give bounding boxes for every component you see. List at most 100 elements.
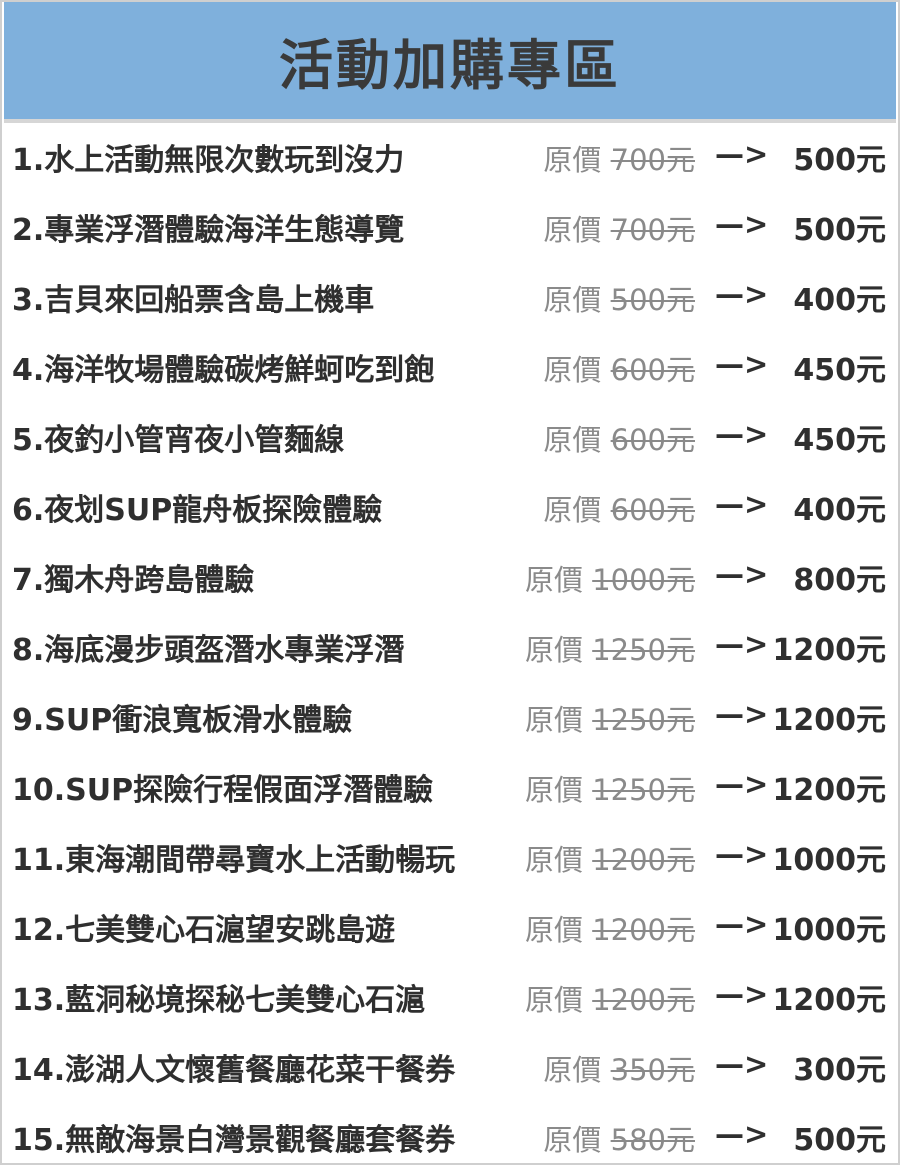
original-price: 原價 1200元 xyxy=(525,837,695,879)
original-price: 原價 1250元 xyxy=(525,697,695,739)
original-price: 原價 600元 xyxy=(543,487,695,529)
original-price: 原價 700元 xyxy=(543,207,695,249)
activity-name: 13.藍洞秘境探秘七美雙心石滬 xyxy=(12,983,426,1018)
original-price-value: 700元 xyxy=(610,213,695,247)
original-price: 原價 580元 xyxy=(543,1117,695,1159)
sale-price: 300元 xyxy=(793,1053,886,1088)
original-price-label: 原價 xyxy=(524,983,583,1017)
original-price-value: 700元 xyxy=(610,143,695,177)
original-price: 原價 700元 xyxy=(543,137,695,179)
activity-name: 8.海底漫步頭盔潛水專業浮潛 xyxy=(12,633,405,668)
list-item: 1.水上活動無限次數玩到沒力 原價 700元 —> 500元 xyxy=(2,123,898,193)
page-title: 活動加購專區 xyxy=(279,34,621,97)
arrow-icon: —> xyxy=(715,767,769,801)
arrow-icon: —> xyxy=(715,207,769,241)
list-item: 2.專業浮潛體驗海洋生態導覽 原價 700元 —> 500元 xyxy=(2,193,898,263)
activity-name: 14.澎湖人文懷舊餐廳花菜干餐券 xyxy=(12,1053,456,1088)
original-price-value: 1200元 xyxy=(592,913,695,947)
sale-price: 1200元 xyxy=(772,983,887,1018)
activity-name: 1.水上活動無限次數玩到沒力 xyxy=(12,143,405,178)
arrow-icon: —> xyxy=(715,277,769,311)
list-item: 8.海底漫步頭盔潛水專業浮潛 原價 1250元 —> 1200元 xyxy=(2,613,898,683)
original-price-label: 原價 xyxy=(543,1123,602,1157)
arrow-icon: —> xyxy=(715,1047,769,1081)
original-price-value: 1250元 xyxy=(592,773,695,807)
original-price-label: 原價 xyxy=(543,1053,602,1087)
original-price-value: 500元 xyxy=(610,283,695,317)
activity-name: 11.東海潮間帶尋寶水上活動暢玩 xyxy=(12,843,456,878)
activity-name: 15.無敵海景白灣景觀餐廳套餐券 xyxy=(12,1123,456,1158)
original-price-value: 1250元 xyxy=(592,633,695,667)
original-price-label: 原價 xyxy=(524,913,583,947)
activity-name: 10.SUP探險行程假面浮潛體驗 xyxy=(12,773,434,808)
original-price-label: 原價 xyxy=(524,633,583,667)
arrow-icon: —> xyxy=(715,1117,769,1151)
original-price-value: 1250元 xyxy=(592,703,695,737)
activity-name: 9.SUP衝浪寬板滑水體驗 xyxy=(12,703,353,738)
list-item: 3.吉貝來回船票含島上機車 原價 500元 —> 400元 xyxy=(2,263,898,333)
list-item: 5.夜釣小管宵夜小管麵線 原價 600元 —> 450元 xyxy=(2,403,898,473)
original-price-label: 原價 xyxy=(543,283,602,317)
price-list-sheet: 活動加購專區 1.水上活動無限次數玩到沒力 原價 700元 —> 500元 2.… xyxy=(0,0,900,1165)
original-price-value: 600元 xyxy=(610,423,695,457)
list-item: 13.藍洞秘境探秘七美雙心石滬 原價 1200元 —> 1200元 xyxy=(2,963,898,1033)
list-item: 10.SUP探險行程假面浮潛體驗 原價 1250元 —> 1200元 xyxy=(2,753,898,823)
title-banner: 活動加購專區 xyxy=(4,2,896,119)
original-price-value: 600元 xyxy=(610,493,695,527)
original-price-label: 原價 xyxy=(543,143,602,177)
original-price: 原價 1200元 xyxy=(525,977,695,1019)
original-price-value: 600元 xyxy=(610,353,695,387)
arrow-icon: —> xyxy=(715,417,769,451)
original-price: 原價 1200元 xyxy=(525,907,695,949)
sale-price: 1000元 xyxy=(772,913,887,948)
original-price-label: 原價 xyxy=(524,773,583,807)
list-item: 12.七美雙心石滬望安跳島遊 原價 1200元 —> 1000元 xyxy=(2,893,898,963)
original-price-label: 原價 xyxy=(543,493,602,527)
original-price: 原價 600元 xyxy=(543,347,695,389)
sale-price: 1200元 xyxy=(772,703,887,738)
activity-name: 3.吉貝來回船票含島上機車 xyxy=(12,283,375,318)
list-item: 4.海洋牧場體驗碳烤鮮蚵吃到飽 原價 600元 —> 450元 xyxy=(2,333,898,403)
sale-price: 500元 xyxy=(793,213,886,248)
original-price-label: 原價 xyxy=(543,423,602,457)
original-price-label: 原價 xyxy=(524,563,583,597)
activity-name: 5.夜釣小管宵夜小管麵線 xyxy=(12,423,345,458)
original-price-label: 原價 xyxy=(543,353,602,387)
original-price: 原價 1250元 xyxy=(525,767,695,809)
list-item: 15.無敵海景白灣景觀餐廳套餐券 原價 580元 —> 500元 xyxy=(2,1103,898,1173)
list-item: 9.SUP衝浪寬板滑水體驗 原價 1250元 —> 1200元 xyxy=(2,683,898,753)
arrow-icon: —> xyxy=(715,487,769,521)
original-price-value: 350元 xyxy=(610,1053,695,1087)
original-price-value: 1000元 xyxy=(592,563,695,597)
activity-name: 7.獨木舟跨島體驗 xyxy=(12,563,255,598)
arrow-icon: —> xyxy=(715,907,769,941)
sale-price: 450元 xyxy=(793,423,886,458)
original-price-value: 580元 xyxy=(610,1123,695,1157)
activity-name: 4.海洋牧場體驗碳烤鮮蚵吃到飽 xyxy=(12,353,435,388)
original-price-value: 1200元 xyxy=(592,843,695,877)
sale-price: 400元 xyxy=(793,283,886,318)
original-price-label: 原價 xyxy=(524,703,583,737)
sale-price: 1200元 xyxy=(772,773,887,808)
arrow-icon: —> xyxy=(715,977,769,1011)
sale-price: 1000元 xyxy=(772,843,887,878)
activity-name: 2.專業浮潛體驗海洋生態導覽 xyxy=(12,213,405,248)
sale-price: 500元 xyxy=(793,143,886,178)
arrow-icon: —> xyxy=(715,347,769,381)
original-price-label: 原價 xyxy=(543,213,602,247)
activity-name: 6.夜划SUP龍舟板探險體驗 xyxy=(12,493,383,528)
original-price: 原價 600元 xyxy=(543,417,695,459)
sale-price: 800元 xyxy=(793,563,886,598)
list-item: 6.夜划SUP龍舟板探險體驗 原價 600元 —> 400元 xyxy=(2,473,898,543)
arrow-icon: —> xyxy=(715,137,769,171)
arrow-icon: —> xyxy=(715,557,769,591)
original-price: 原價 1000元 xyxy=(525,557,695,599)
original-price: 原價 500元 xyxy=(543,277,695,319)
sale-price: 400元 xyxy=(793,493,886,528)
original-price-value: 1200元 xyxy=(592,983,695,1017)
sale-price: 500元 xyxy=(793,1123,886,1158)
original-price: 原價 350元 xyxy=(543,1047,695,1089)
sale-price: 1200元 xyxy=(772,633,887,668)
list-item: 7.獨木舟跨島體驗 原價 1000元 —> 800元 xyxy=(2,543,898,613)
list-item: 14.澎湖人文懷舊餐廳花菜干餐券 原價 350元 —> 300元 xyxy=(2,1033,898,1103)
